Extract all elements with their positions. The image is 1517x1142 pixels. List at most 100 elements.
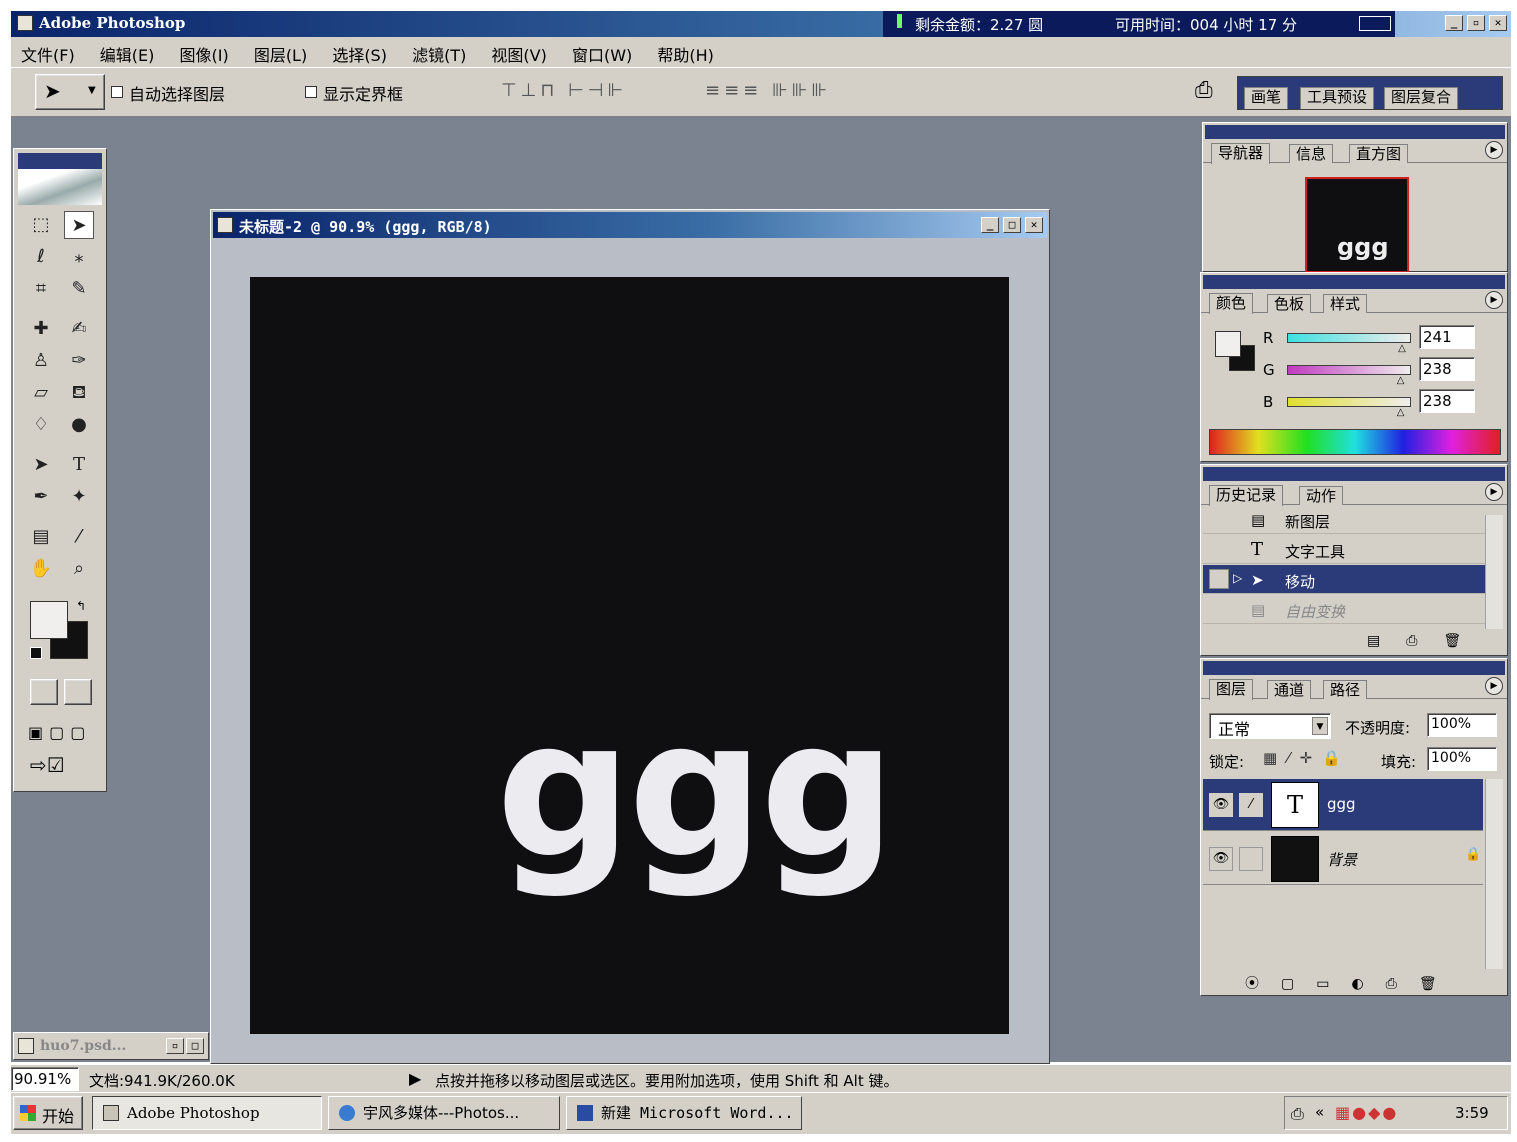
menu-window[interactable]: 窗口(W): [572, 46, 632, 65]
start-button[interactable]: 开始: [13, 1096, 83, 1130]
menu-image[interactable]: 图像(I): [180, 46, 229, 65]
tab-histogram[interactable]: 直方图: [1349, 144, 1409, 163]
minimized-document[interactable]: huo7.psd... ▫ □: [13, 1032, 209, 1060]
minimized-restore-button[interactable]: ▫: [166, 1038, 184, 1054]
g-value-field[interactable]: 238: [1419, 357, 1475, 381]
r-slider-thumb[interactable]: △: [1398, 343, 1406, 354]
document-minimize-button[interactable]: _: [981, 217, 999, 233]
close-button[interactable]: ✕: [1489, 15, 1507, 31]
path-selection-tool-icon[interactable]: ➤: [26, 451, 56, 479]
r-value-field[interactable]: 241: [1419, 325, 1475, 349]
distribute-buttons-group[interactable]: ≡≡≡ ⊪⊪⊪: [705, 80, 831, 101]
align-buttons-group[interactable]: ⊤⊥⊓ ⊢⊣⊩: [501, 80, 627, 101]
color-menu-icon[interactable]: ▶: [1485, 291, 1503, 309]
brush-link-icon[interactable]: ⁄: [1239, 793, 1263, 817]
lock-icons[interactable]: ▦⁄✛🔒: [1263, 749, 1351, 767]
color-panel-header[interactable]: [1203, 275, 1505, 289]
tab-styles[interactable]: 样式: [1323, 294, 1368, 313]
tray-expand-icon[interactable]: «: [1315, 1103, 1324, 1121]
tab-channels[interactable]: 通道: [1267, 680, 1312, 699]
printer-icon[interactable]: ⎙: [1291, 1104, 1304, 1124]
foreground-color-swatch[interactable]: [30, 601, 68, 639]
minimize-button[interactable]: _: [1445, 15, 1463, 31]
document-close-button[interactable]: ✕: [1025, 217, 1043, 233]
layers-scrollbar[interactable]: [1485, 779, 1503, 969]
tab-tool-presets[interactable]: 工具预设: [1300, 87, 1375, 109]
lasso-tool-icon[interactable]: ℓ: [26, 243, 56, 271]
tab-color[interactable]: 颜色: [1209, 293, 1254, 314]
menu-edit[interactable]: 编辑(E): [100, 46, 155, 65]
taskbar-button-word[interactable]: 新建 Microsoft Word...: [566, 1096, 802, 1130]
g-slider-thumb[interactable]: △: [1397, 375, 1405, 386]
paint-bucket-tool-icon[interactable]: ⛾: [64, 379, 94, 407]
document-maximize-button[interactable]: □: [1003, 217, 1021, 233]
screen-mode-buttons[interactable]: ▣▢▢: [28, 723, 91, 742]
slice-tool-icon[interactable]: ✎: [64, 275, 94, 303]
zoom-tool-icon[interactable]: ⌕: [64, 555, 94, 583]
quick-mask-button[interactable]: [64, 679, 92, 705]
tray-app-icons[interactable]: ▦●◆●: [1335, 1103, 1398, 1122]
hand-tool-icon[interactable]: ✋: [26, 555, 56, 583]
fill-field[interactable]: 100%: [1427, 747, 1497, 771]
eyedropper-tool-icon[interactable]: ⁄: [64, 523, 94, 551]
tab-swatches[interactable]: 色板: [1267, 294, 1312, 313]
menu-layer[interactable]: 图层(L): [254, 46, 307, 65]
eraser-tool-icon[interactable]: ▱: [26, 379, 56, 407]
auto-select-checkbox[interactable]: [111, 86, 123, 98]
color-fg-swatch[interactable]: [1215, 331, 1241, 357]
g-slider[interactable]: [1287, 365, 1411, 375]
history-menu-icon[interactable]: ▶: [1485, 483, 1503, 501]
history-footer-icons[interactable]: ▤⎙🗑: [1367, 633, 1487, 649]
opacity-field[interactable]: 100%: [1427, 713, 1497, 737]
eye-icon[interactable]: 👁: [1209, 847, 1233, 871]
b-value-field[interactable]: 238: [1419, 389, 1475, 413]
layer-row-selected[interactable]: 👁 ⁄ T ggg: [1203, 779, 1483, 831]
tab-layers[interactable]: 图层: [1209, 679, 1254, 700]
tab-info[interactable]: 信息: [1289, 144, 1334, 163]
tab-navigator[interactable]: 导航器: [1211, 143, 1271, 164]
history-brush-source-icon[interactable]: [1209, 569, 1229, 589]
tab-paths[interactable]: 路径: [1323, 680, 1368, 699]
menu-help[interactable]: 帮助(H): [657, 46, 714, 65]
r-slider[interactable]: [1287, 333, 1411, 343]
menu-file[interactable]: 文件(F): [21, 46, 75, 65]
minimized-maximize-button[interactable]: □: [186, 1038, 204, 1054]
move-tool-button-icon[interactable]: ➤: [64, 211, 94, 239]
tab-history[interactable]: 历史记录: [1209, 485, 1284, 506]
feather-logo-icon[interactable]: [18, 169, 102, 205]
menu-select[interactable]: 选择(S): [332, 46, 387, 65]
tab-layer-comps[interactable]: 图层复合: [1384, 87, 1459, 109]
tab-actions[interactable]: 动作: [1299, 486, 1344, 505]
taskbar-button-photoshop[interactable]: Adobe Photoshop: [92, 1096, 322, 1130]
default-colors-icon[interactable]: [30, 647, 42, 659]
canvas-text-layer[interactable]: ggg: [496, 695, 896, 885]
pen-tool-icon[interactable]: ✒: [26, 483, 56, 511]
layers-panel-header[interactable]: [1203, 661, 1505, 675]
color-ramp[interactable]: [1209, 429, 1501, 455]
navigator-panel-header[interactable]: [1205, 125, 1505, 139]
eye-icon[interactable]: 👁: [1209, 793, 1233, 817]
history-item[interactable]: T 文字工具: [1203, 535, 1485, 564]
history-brush-tool-icon[interactable]: ✑: [64, 347, 94, 375]
restore-button[interactable]: ▫: [1467, 15, 1485, 31]
status-menu-arrow-icon[interactable]: ▶: [409, 1069, 421, 1088]
show-bounds-checkbox[interactable]: [305, 86, 317, 98]
swap-colors-icon[interactable]: ↰: [76, 599, 86, 613]
blur-tool-icon[interactable]: ♢: [26, 411, 56, 439]
history-item[interactable]: ▤ 新图层: [1203, 515, 1485, 534]
palette-well-icon[interactable]: ⎙: [1195, 78, 1213, 103]
dodge-tool-icon[interactable]: ●: [64, 411, 94, 439]
history-item-selected[interactable]: ▷ ➤ 移动: [1203, 565, 1485, 594]
notes-tool-icon[interactable]: ▤: [26, 523, 56, 551]
brush-tool-icon[interactable]: ✍: [64, 315, 94, 343]
billing-toggle-icon[interactable]: [1359, 16, 1391, 31]
clone-stamp-tool-icon[interactable]: ♙: [26, 347, 56, 375]
custom-shape-tool-icon[interactable]: ✦: [64, 483, 94, 511]
menu-view[interactable]: 视图(V): [491, 46, 546, 65]
layer-link-box[interactable]: [1239, 847, 1263, 871]
crop-tool-icon[interactable]: ⌗: [26, 275, 56, 303]
layers-menu-icon[interactable]: ▶: [1485, 677, 1503, 695]
standard-mode-button[interactable]: [30, 679, 58, 705]
history-panel-header[interactable]: [1203, 467, 1505, 481]
document-title-bar[interactable]: 未标题-2 @ 90.9% (ggg, RGB/8) _ □ ✕: [213, 212, 1047, 238]
